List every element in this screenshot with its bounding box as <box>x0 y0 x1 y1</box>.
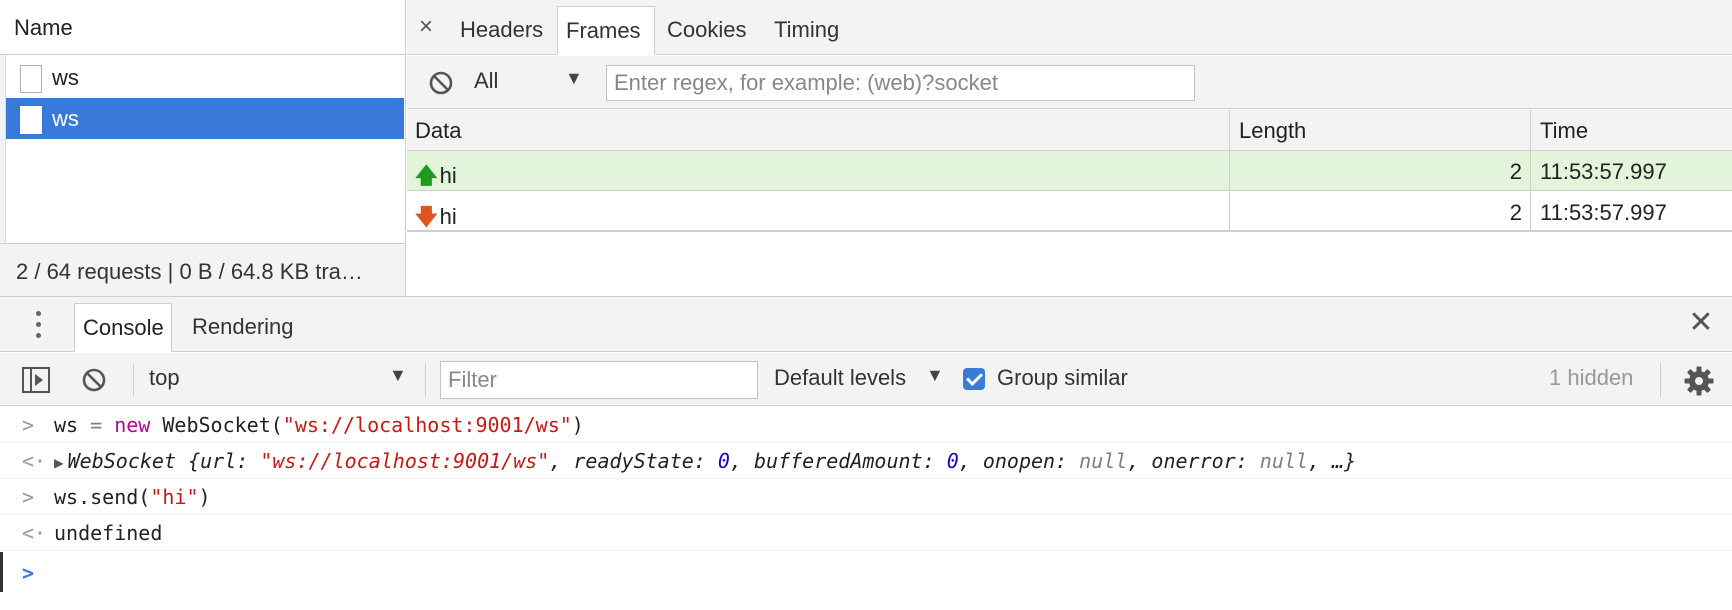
dropdown-arrow-icon[interactable]: ▼ <box>565 68 583 89</box>
frame-data: hi <box>439 163 457 188</box>
request-list-pane: Name ws ws 2 / 64 requests | 0 B / 64.8 … <box>0 0 406 296</box>
log-levels-select[interactable]: Default levels <box>774 365 906 391</box>
down-arrow-icon: 🡇 <box>415 204 438 229</box>
hidden-messages-count: 1 hidden <box>1549 365 1634 390</box>
document-icon <box>20 106 42 134</box>
gear-icon[interactable] <box>1683 365 1715 397</box>
frames-table-header: Data Length Time <box>407 110 1732 151</box>
close-detail-icon[interactable]: × <box>413 12 439 42</box>
prompt-chevron-icon: > <box>22 561 35 585</box>
console-result: undefined <box>54 521 163 545</box>
toolbar-divider <box>1660 363 1661 397</box>
request-name: ws <box>52 106 79 131</box>
console-filter-input[interactable] <box>440 361 758 399</box>
frame-time: 11:53:57.997 <box>1540 200 1667 225</box>
frame-length: 2 <box>1231 151 1531 190</box>
console-command[interactable]: ws = new WebSocket("ws://localhost:9001/… <box>54 413 584 437</box>
network-panel: Name ws ws 2 / 64 requests | 0 B / 64.8 … <box>0 0 1732 296</box>
detail-tabbar: × Headers Frames Cookies Timing <box>407 0 1732 55</box>
input-chevron-icon: > <box>22 413 35 437</box>
result-chevron-icon: <· <box>22 449 47 473</box>
frame-length: 2 <box>1231 192 1531 230</box>
tab-console[interactable]: Console <box>74 303 172 352</box>
sidebar-toggle-icon[interactable] <box>22 367 50 393</box>
tab-timing[interactable]: Timing <box>766 6 847 55</box>
console-messages: > ws = new WebSocket("ws://localhost:900… <box>0 407 1732 610</box>
console-command[interactable]: ws.send("hi") <box>54 485 211 509</box>
name-column-label: Name <box>14 15 73 40</box>
console-result-line: <· ▶ WebSocket {url: "ws://localhost:9001… <box>0 443 1732 479</box>
clear-console-icon[interactable] <box>81 367 107 393</box>
frame-data-cell: 🡇hi <box>407 192 1230 230</box>
frames-regex-input[interactable] <box>606 65 1195 101</box>
tab-headers[interactable]: Headers <box>452 6 551 55</box>
request-row[interactable]: ws <box>6 57 404 98</box>
toolbar-divider <box>133 363 134 397</box>
frame-data: hi <box>439 204 457 229</box>
console-drawer: Console Rendering ✕ top ▼ Default levels… <box>0 296 1732 610</box>
console-toolbar: top ▼ Default levels ▼ Group similar 1 h… <box>0 353 1732 406</box>
tab-cookies[interactable]: Cookies <box>659 6 754 55</box>
console-input-line: > ws.send("hi") <box>0 479 1732 515</box>
tab-frames[interactable]: Frames <box>557 6 655 55</box>
context-select[interactable]: top <box>149 365 180 391</box>
drawer-tabbar: Console Rendering ✕ <box>0 297 1732 352</box>
frame-data-cell: 🡅hi <box>407 151 1230 190</box>
network-summary-bar: 2 / 64 requests | 0 B / 64.8 KB tra… <box>0 243 405 296</box>
console-prompt[interactable]: > <box>0 555 1732 591</box>
result-chevron-icon: <· <box>22 521 47 545</box>
websocket-object-preview[interactable]: ▶ WebSocket {url: "ws://localhost:9001/ws… <box>54 449 1356 473</box>
tab-rendering[interactable]: Rendering <box>182 303 302 352</box>
toolbar-divider <box>425 363 426 397</box>
expand-triangle-icon[interactable]: ▶ <box>54 453 64 472</box>
frame-row-received[interactable]: 🡇hi 2 11:53:57.997 <box>407 192 1732 232</box>
column-header-data[interactable]: Data <box>407 110 1230 150</box>
request-detail-pane: × Headers Frames Cookies Timing All ▼ Da… <box>407 0 1732 296</box>
frame-row-sent[interactable]: 🡅hi 2 11:53:57.997 <box>407 151 1732 191</box>
clear-frames-icon[interactable] <box>428 70 454 96</box>
frame-type-select[interactable]: All <box>474 68 498 94</box>
group-similar-label[interactable]: Group similar <box>997 365 1128 391</box>
dropdown-arrow-icon[interactable]: ▼ <box>926 365 944 386</box>
console-input-line: > ws = new WebSocket("ws://localhost:900… <box>0 407 1732 443</box>
document-icon <box>20 65 42 93</box>
name-column-header[interactable]: Name <box>0 0 405 55</box>
input-chevron-icon: > <box>22 485 35 509</box>
close-drawer-icon[interactable]: ✕ <box>1686 308 1716 338</box>
more-tools-icon[interactable] <box>28 309 48 341</box>
dropdown-arrow-icon[interactable]: ▼ <box>389 365 407 386</box>
group-similar-checkbox[interactable] <box>963 368 985 390</box>
frame-time: 11:53:57.997 <box>1540 159 1667 184</box>
column-header-time[interactable]: Time <box>1532 110 1732 150</box>
request-row-selected[interactable]: ws <box>6 98 404 139</box>
request-summary-text: 2 / 64 requests | 0 B / 64.8 KB tra… <box>16 259 363 284</box>
window-edge <box>0 552 3 592</box>
request-name: ws <box>52 65 79 90</box>
column-header-length[interactable]: Length <box>1231 110 1531 150</box>
console-result-line: <· undefined <box>0 515 1732 551</box>
frames-toolbar: All ▼ <box>407 56 1732 109</box>
